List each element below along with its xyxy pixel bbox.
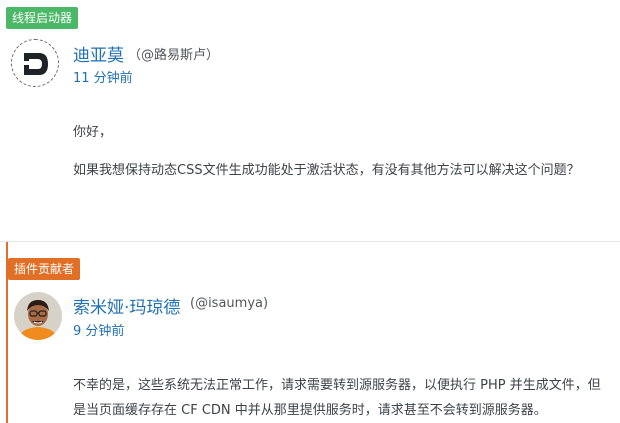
starter-greeting: 你好， (73, 125, 113, 140)
plugin-contributor-badge: 插件贡献者 (8, 258, 81, 280)
post-divider (0, 241, 620, 242)
person-photo-avatar-icon (14, 292, 62, 340)
thread-starter-badge: 线程启动器 (6, 7, 79, 29)
reply-author-name[interactable]: 索米娅·玛琼德 (73, 293, 180, 318)
reply-avatar[interactable] (14, 292, 62, 340)
logo-avatar-icon (12, 40, 58, 86)
starter-author-handle: （@路易斯卢） (128, 48, 220, 63)
reply-message: 不幸的是，这些系统无法正常工作，请求需要转到源服务器，以便执行 PHP 并生成文… (73, 378, 601, 418)
reply-time-link[interactable]: 9 分钟前 (73, 320, 124, 339)
starter-avatar[interactable] (11, 39, 59, 87)
starter-time-link[interactable]: 11 分钟前 (73, 67, 133, 86)
starter-message: 如果我想保持动态CSS文件生成功能处于激活状态，有没有其他方法可以解决这个问题？ (73, 163, 580, 178)
reply-author-handle: (@isaumya) (190, 296, 269, 311)
starter-author-name[interactable]: 迪亚莫 (73, 41, 124, 66)
